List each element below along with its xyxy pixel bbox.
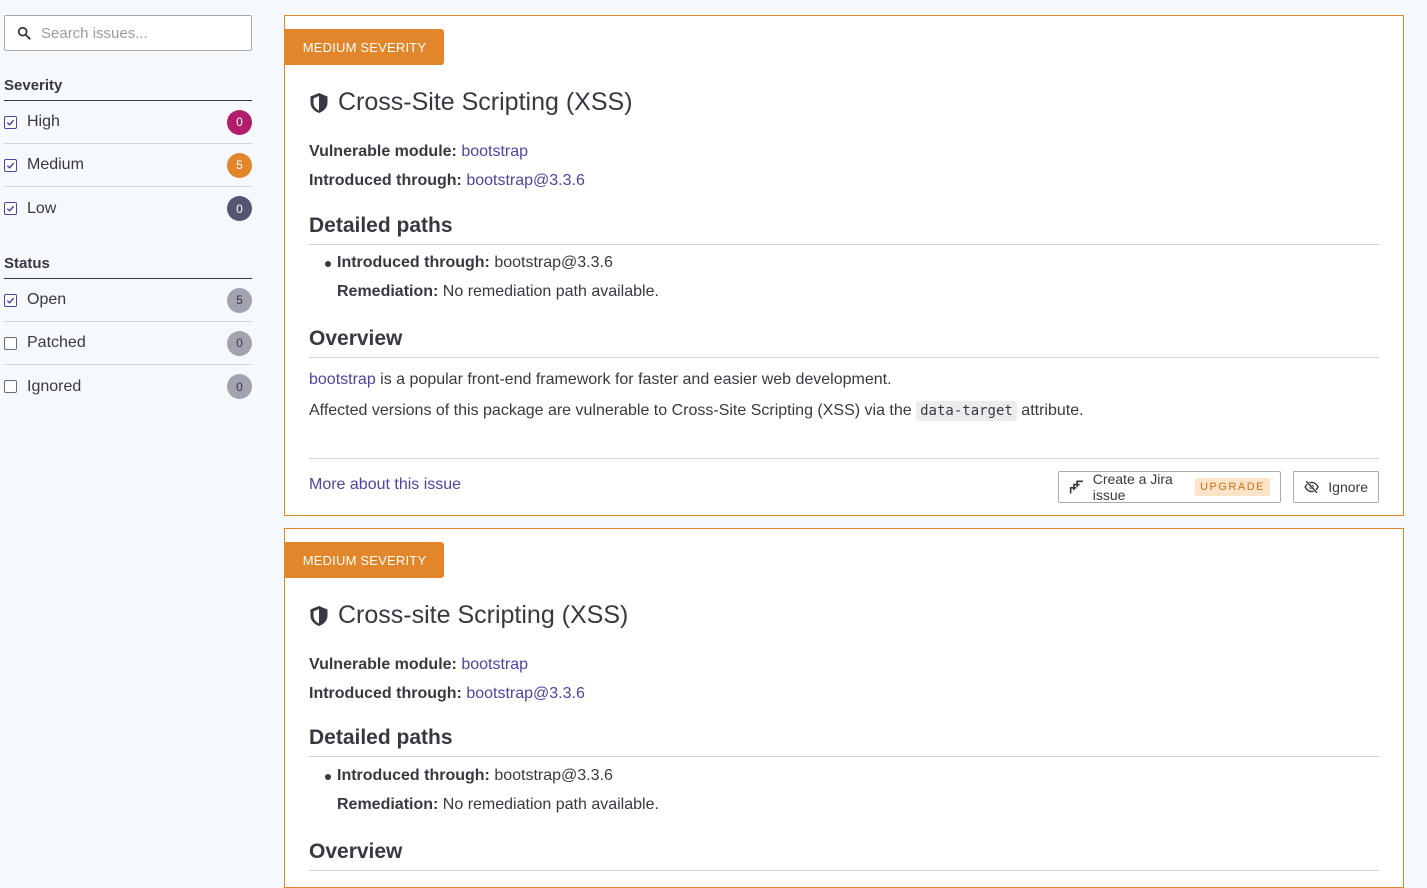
search-icon xyxy=(17,26,31,40)
issue-card: MEDIUM SEVERITY Cross-site Scripting (XS… xyxy=(284,528,1404,888)
more-about-issue-link[interactable]: More about this issue xyxy=(309,476,461,494)
introduced-through-label: Introduced through: xyxy=(309,172,462,189)
overview-paragraph: bootstrap is a popular front-end framewo… xyxy=(309,371,892,389)
filter-severity-high[interactable]: High 0 xyxy=(4,101,252,144)
filter-status-ignored[interactable]: Ignored 0 xyxy=(4,365,252,408)
check-icon xyxy=(6,119,15,126)
path-introduced-label: Introduced through: xyxy=(337,767,490,784)
search-box[interactable] xyxy=(4,15,252,51)
introduced-through-row: Introduced through: bootstrap@3.3.6 xyxy=(309,172,585,190)
vulnerable-module-link[interactable]: bootstrap xyxy=(461,143,528,160)
count-badge: 5 xyxy=(227,152,252,178)
remediation-row: Remediation: No remediation path availab… xyxy=(337,796,659,814)
count-badge: 0 xyxy=(227,196,252,221)
filter-status-patched[interactable]: Patched 0 xyxy=(4,322,252,365)
remediation-label: Remediation: xyxy=(337,283,439,300)
path-introduced-label: Introduced through: xyxy=(337,254,490,271)
count-badge: 0 xyxy=(227,109,252,135)
introduced-through-label: Introduced through: xyxy=(309,685,462,702)
checkbox[interactable] xyxy=(4,293,17,307)
filter-sidebar: Severity High 0 Medium 5 Low 0 Status Op… xyxy=(4,15,252,408)
issue-title-text: Cross-Site Scripting (XSS) xyxy=(338,88,633,116)
count-badge: 5 xyxy=(227,287,252,313)
checkbox[interactable] xyxy=(4,380,17,393)
remediation-label: Remediation: xyxy=(337,796,439,813)
remediation-value: No remediation path available. xyxy=(442,796,659,813)
filter-label: Patched xyxy=(27,334,86,351)
path-introduced-value: bootstrap@3.3.6 xyxy=(494,254,613,271)
filter-severity-medium[interactable]: Medium 5 xyxy=(4,144,252,187)
count-badge: 0 xyxy=(227,374,252,399)
bullet xyxy=(325,261,331,267)
check-icon xyxy=(6,162,15,169)
checkbox[interactable] xyxy=(4,158,17,172)
filter-label: Ignored xyxy=(27,377,82,395)
affected-text: Affected versions of this package are vu… xyxy=(309,402,912,419)
create-jira-issue-button[interactable]: Create a Jira issue UPGRADE xyxy=(1058,471,1281,503)
path-introduced-value: bootstrap@3.3.6 xyxy=(494,767,613,784)
inline-code: data-target xyxy=(916,401,1017,421)
overview-heading: Overview xyxy=(309,327,1379,358)
checkbox[interactable] xyxy=(4,115,17,129)
severity-badge: MEDIUM SEVERITY xyxy=(285,29,444,65)
filter-severity-low[interactable]: Low 0 xyxy=(4,187,252,230)
status-filter-list: Open 5 Patched 0 Ignored 0 xyxy=(4,279,252,408)
issue-title: Cross-site Scripting (XSS) xyxy=(309,601,628,630)
checkbox[interactable] xyxy=(4,336,17,350)
filter-label: Open xyxy=(27,291,67,308)
count-badge: 0 xyxy=(227,330,252,356)
eye-slash-icon xyxy=(1304,480,1319,494)
package-link[interactable]: bootstrap xyxy=(309,371,376,388)
shield-icon xyxy=(310,605,328,626)
bullet xyxy=(325,774,331,780)
ignore-button[interactable]: Ignore xyxy=(1293,471,1379,503)
path-introduced-row: Introduced through: bootstrap@3.3.6 xyxy=(325,767,613,785)
check-icon xyxy=(6,205,15,212)
filter-label: Medium xyxy=(27,156,84,173)
vulnerable-module-label: Vulnerable module: xyxy=(309,656,457,673)
check-icon xyxy=(6,297,15,304)
introduced-through-row: Introduced through: bootstrap@3.3.6 xyxy=(309,685,585,703)
ignore-button-label: Ignore xyxy=(1328,479,1368,495)
status-group-title: Status xyxy=(4,255,252,279)
path-introduced-row: Introduced through: bootstrap@3.3.6 xyxy=(325,254,613,272)
affected-text-end: attribute. xyxy=(1021,402,1084,419)
vulnerable-module-link[interactable]: bootstrap xyxy=(461,656,528,673)
introduced-through-link[interactable]: bootstrap@3.3.6 xyxy=(466,172,585,189)
issue-title-text: Cross-site Scripting (XSS) xyxy=(338,601,629,629)
upgrade-badge: UPGRADE xyxy=(1195,478,1270,496)
vulnerable-module-label: Vulnerable module: xyxy=(309,143,457,160)
vulnerable-module-row: Vulnerable module: bootstrap xyxy=(309,143,528,161)
overview-text: is a popular front-end framework for fas… xyxy=(380,371,892,388)
shield-icon xyxy=(310,92,328,113)
remediation-value: No remediation path available. xyxy=(442,283,659,300)
filter-label: Low xyxy=(27,199,57,217)
introduced-through-link[interactable]: bootstrap@3.3.6 xyxy=(466,685,585,702)
divider xyxy=(309,458,1379,459)
remediation-row: Remediation: No remediation path availab… xyxy=(337,283,659,301)
jira-button-label: Create a Jira issue xyxy=(1092,471,1173,503)
severity-filter-list: High 0 Medium 5 Low 0 xyxy=(4,101,252,230)
filter-status-open[interactable]: Open 5 xyxy=(4,279,252,322)
affected-versions-paragraph: Affected versions of this package are vu… xyxy=(309,401,1084,421)
detailed-paths-heading: Detailed paths xyxy=(309,726,1379,757)
vulnerable-module-row: Vulnerable module: bootstrap xyxy=(309,656,528,674)
detailed-paths-heading: Detailed paths xyxy=(309,214,1379,245)
severity-group-title: Severity xyxy=(4,77,252,101)
filter-label: High xyxy=(27,113,60,130)
severity-badge: MEDIUM SEVERITY xyxy=(285,542,444,578)
jira-icon xyxy=(1069,480,1083,494)
checkbox[interactable] xyxy=(4,202,17,215)
search-input[interactable] xyxy=(39,23,251,43)
issue-card: MEDIUM SEVERITY Cross-Site Scripting (XS… xyxy=(284,15,1404,516)
overview-heading: Overview xyxy=(309,840,1379,871)
issue-title: Cross-Site Scripting (XSS) xyxy=(309,88,633,117)
